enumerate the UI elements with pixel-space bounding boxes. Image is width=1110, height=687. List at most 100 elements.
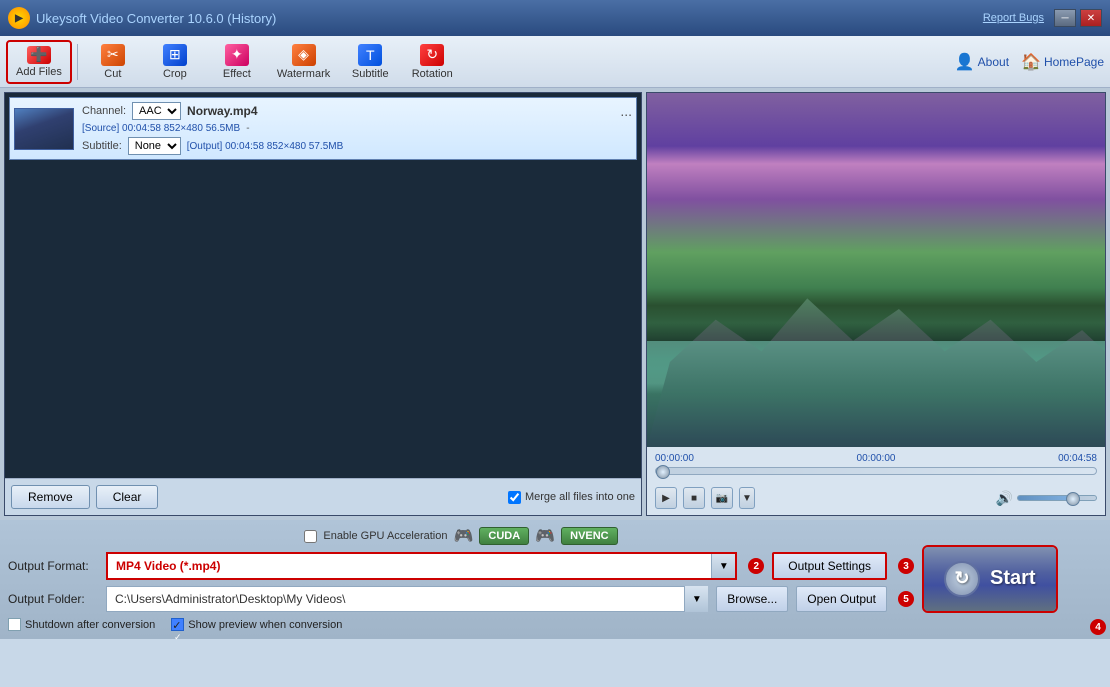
play-button[interactable]: ▶ [655,487,677,509]
open-output-button[interactable]: Open Output [796,586,887,612]
effect-button[interactable]: ✦ Effect [207,40,267,84]
bottom-section: Enable GPU Acceleration 🎮 CUDA 🎮 NVENC O… [0,520,1110,639]
source-info-row: [Source] 00:04:58 852×480 56.5MB - [82,123,632,134]
cut-button[interactable]: ✂ Cut [83,40,143,84]
settings-main: Enable GPU Acceleration 🎮 CUDA 🎮 NVENC O… [8,526,1102,631]
subtitle-label-meta: Subtitle: [82,140,122,152]
options-row: Shutdown after conversion ✓ Show preview… [8,618,914,631]
crop-button[interactable]: ⊞ Crop [145,40,205,84]
toolbar-right: 👤 About 🏠 HomePage [955,52,1104,72]
thumbnail-image [15,109,73,149]
app-logo: ▶ [8,7,30,29]
settings-left: Enable GPU Acceleration 🎮 CUDA 🎮 NVENC O… [8,526,914,631]
format-dropdown-arrow[interactable]: ▼ [711,554,735,578]
folder-input-wrapper: C:\Users\Administrator\Desktop\My Videos… [106,586,708,612]
subtitle-select[interactable]: None [128,137,181,155]
volume-icon: 🔊 [996,490,1013,507]
channel-select[interactable]: AAC MP3 [132,102,181,120]
folder-badge: 5 [898,591,914,607]
output-format-label: Output Format: [8,559,98,573]
preview-image [647,93,1105,447]
start-button[interactable]: ↻ Start [924,547,1056,611]
timeline-thumb[interactable] [656,465,670,479]
stop-button[interactable]: ■ [683,487,705,509]
start-button-area: ↻ Start 4 [922,526,1102,631]
volume-fill [1018,496,1073,500]
volume-knob[interactable] [1066,492,1080,506]
about-label: About [978,55,1009,69]
add-files-icon: ➕ [27,46,51,64]
minimize-button[interactable]: ─ [1054,9,1076,27]
start-icon: ↻ [944,561,980,597]
cuda-badge[interactable]: CUDA [479,527,529,545]
rotation-button[interactable]: ↻ Rotation [402,40,462,84]
shutdown-checkbox[interactable] [8,618,21,631]
output-info: [Output] 00:04:58 852×480 57.5MB [187,141,344,152]
title-bar: ▶ Ukeysoft Video Converter 10.6.0 (Histo… [0,0,1110,36]
preview-controls: ▶ ■ 📷 ▼ 🔊 [647,483,1105,515]
add-files-button[interactable]: ➕ Add Files [6,40,72,84]
subtitle-label: Subtitle [352,68,389,80]
remove-button[interactable]: Remove [11,485,90,509]
channel-label: Channel: [82,105,126,117]
preview-video [647,93,1105,447]
show-preview-checkbox[interactable]: ✓ [171,618,184,631]
time-start: 00:00:00 [655,453,694,464]
timeline-bar[interactable] [655,467,1097,475]
report-bugs-link[interactable]: Report Bugs [983,12,1044,24]
effect-icon: ✦ [225,44,249,66]
timeline-times: 00:00:00 00:00:00 00:04:58 [655,453,1097,464]
main-content: Channel: AAC MP3 Norway.mp4 ... [Source]… [0,88,1110,520]
format-select-wrapper[interactable]: MP4 Video (*.mp4) ▼ [106,552,737,580]
preview-timeline: 00:00:00 00:00:00 00:04:58 [647,447,1105,483]
watermark-label: Watermark [277,68,330,80]
screenshot-button[interactable]: 📷 [711,487,733,509]
cut-icon: ✂ [101,44,125,66]
screenshot-dropdown[interactable]: ▼ [739,487,755,509]
format-select[interactable]: MP4 Video (*.mp4) [108,554,735,578]
output-settings-button[interactable]: Output Settings [772,552,887,580]
file-item[interactable]: Channel: AAC MP3 Norway.mp4 ... [Source]… [9,97,637,160]
gpu-label: Enable GPU Acceleration [323,530,447,542]
add-files-label: Add Files [16,66,62,78]
file-more-button[interactable]: ... [620,103,632,119]
close-button[interactable]: ✕ [1080,9,1102,27]
browse-button[interactable]: Browse... [716,586,788,612]
file-list-panel: Channel: AAC MP3 Norway.mp4 ... [Source]… [4,92,642,516]
start-button-wrapper[interactable]: ↻ Start [922,545,1058,613]
merge-checkbox[interactable] [508,491,521,504]
folder-input[interactable]: C:\Users\Administrator\Desktop\My Videos… [106,586,708,612]
nvenc-badge[interactable]: NVENC [561,527,618,545]
show-preview-option[interactable]: ✓ Show preview when conversion [171,618,342,631]
nvenc-logo-icon: 🎮 [535,526,555,546]
start-badge: 4 [1090,619,1106,635]
source-dash: - [246,123,249,134]
rotation-icon: ↻ [420,44,444,66]
source-info: [Source] 00:04:58 852×480 56.5MB [82,123,240,134]
gpu-checkbox[interactable] [304,530,317,543]
rotation-label: Rotation [412,68,453,80]
merge-checkbox-wrapper[interactable]: Merge all files into one [508,491,635,504]
crop-label: Crop [163,68,187,80]
format-row: Output Format: MP4 Video (*.mp4) ▼ 2 Out… [8,552,914,580]
file-metadata: Channel: AAC MP3 Norway.mp4 ... [Source]… [82,102,632,155]
time-middle: 00:00:00 [857,453,896,464]
file-header-row: Channel: AAC MP3 Norway.mp4 ... [82,102,632,120]
homepage-label: HomePage [1044,55,1104,69]
subtitle-button[interactable]: T Subtitle [340,40,400,84]
gpu-row: Enable GPU Acceleration 🎮 CUDA 🎮 NVENC [8,526,914,546]
clear-button[interactable]: Clear [96,485,159,509]
start-label: Start [990,567,1036,590]
about-icon: 👤 [955,52,975,72]
watermark-button[interactable]: ◈ Watermark [269,40,338,84]
crop-icon: ⊞ [163,44,187,66]
folder-dropdown-arrow[interactable]: ▼ [684,586,708,612]
output-info-row: Subtitle: None [Output] 00:04:58 852×480… [82,137,632,155]
watermark-icon: ◈ [292,44,316,66]
volume-bar[interactable] [1017,495,1097,501]
about-link[interactable]: 👤 About [955,52,1009,72]
app-title: Ukeysoft Video Converter 10.6.0 (History… [36,11,983,26]
shutdown-option[interactable]: Shutdown after conversion [8,618,155,631]
homepage-link[interactable]: 🏠 HomePage [1021,52,1104,72]
settings-badge: 3 [898,558,914,574]
